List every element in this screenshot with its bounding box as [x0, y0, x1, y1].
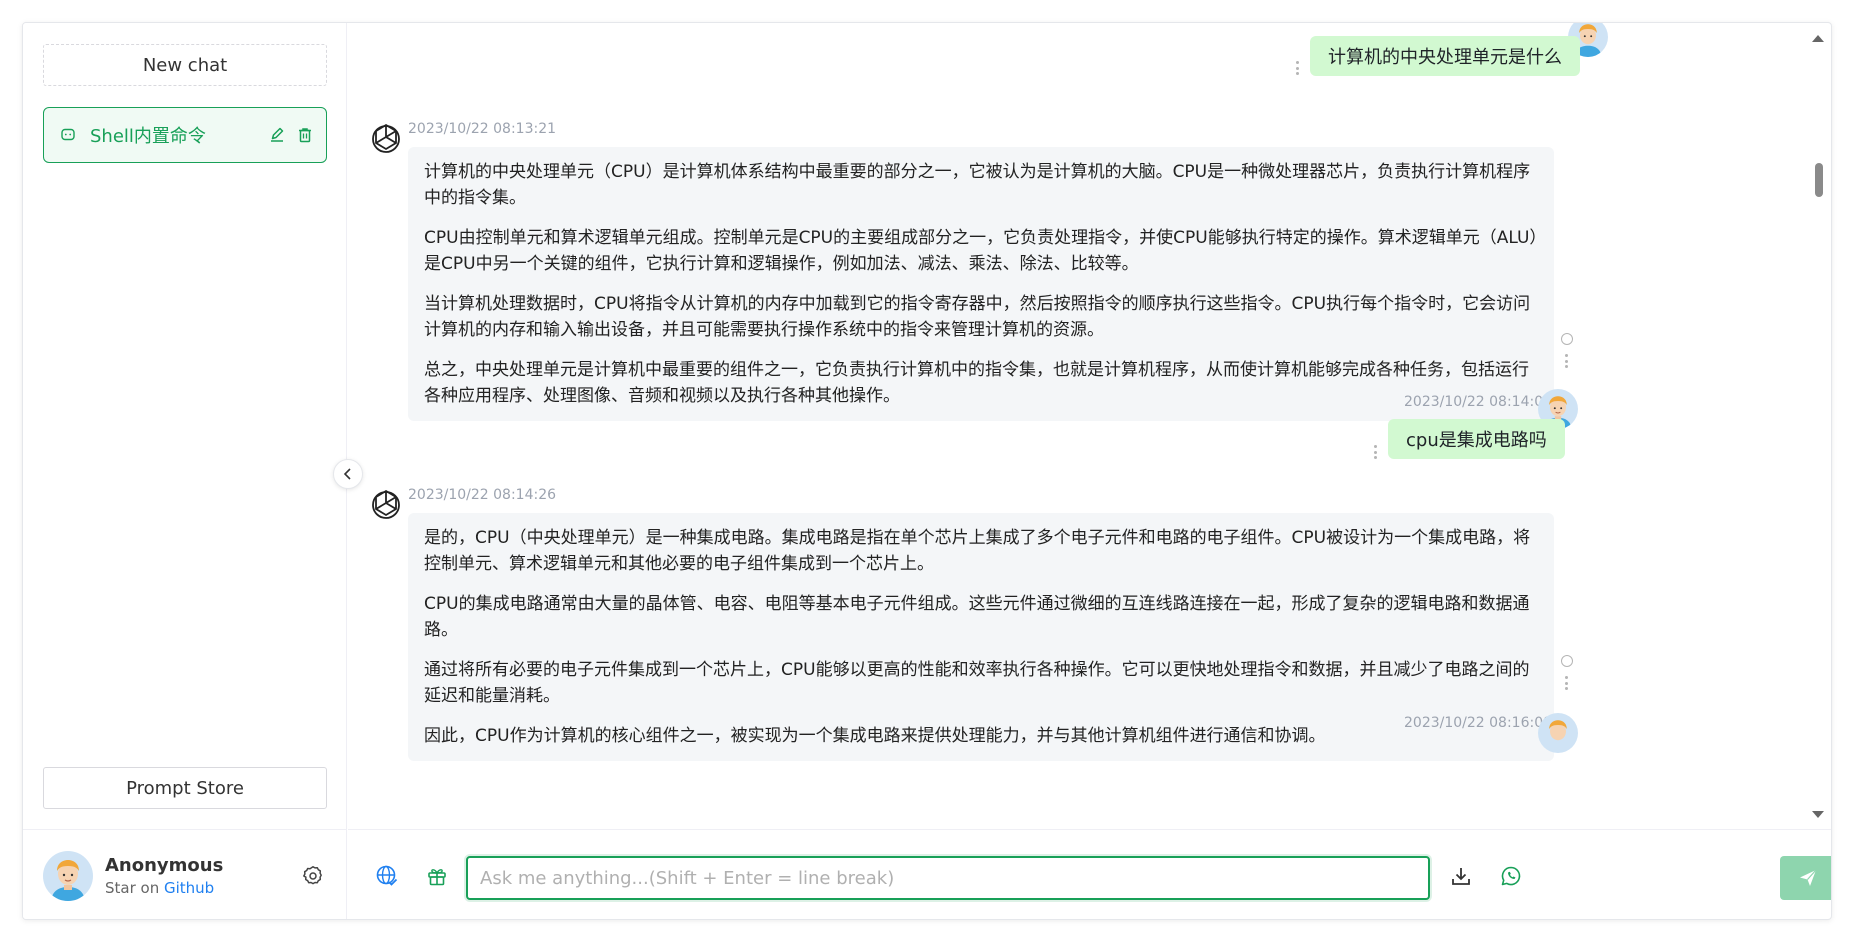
github-link[interactable]: Github	[164, 879, 214, 897]
sidebar: New chat Shell内置命令 Prompt Store Anonymou…	[23, 23, 347, 919]
regenerate-icon[interactable]	[1561, 655, 1573, 667]
chat-input[interactable]	[466, 856, 1430, 900]
chevron-left-icon	[343, 468, 351, 480]
message-more-icon[interactable]	[1295, 61, 1299, 75]
globe-check-icon[interactable]	[372, 861, 402, 891]
chat-footer	[348, 829, 1831, 919]
download-icon[interactable]	[1446, 861, 1476, 891]
message-more-icon[interactable]	[1564, 676, 1568, 690]
app-window: New chat Shell内置命令 Prompt Store Anonymou…	[22, 22, 1832, 920]
chat-main: 计算机的中央处理单元是什么 2023/10/22 08:13:21 计算机的中央…	[348, 23, 1831, 919]
scrollbar-thumb[interactable]	[1815, 163, 1823, 197]
message-timestamp: 2023/10/22 08:13:21	[408, 121, 557, 137]
message-paragraph: 总之，中央处理单元是计算机中最重要的组件之一，它负责执行计算机中的指令集，也就是…	[424, 360, 1529, 406]
send-icon	[1800, 869, 1817, 886]
message-timestamp: 2023/10/22 08:14:07	[1404, 394, 1553, 410]
scroll-up-arrow-icon[interactable]	[1812, 35, 1824, 42]
message-paragraph: 是的，CPU（中央处理单元）是一种集成电路。集成电路是指在单个芯片上集成了多个电…	[424, 528, 1531, 574]
message-timestamp: 2023/10/22 08:16:08	[1404, 715, 1553, 731]
collapse-sidebar-button[interactable]	[333, 459, 363, 489]
new-chat-button[interactable]: New chat	[43, 44, 327, 86]
openai-logo-icon	[368, 121, 404, 157]
send-button[interactable]	[1780, 856, 1831, 900]
message-paragraph: 当计算机处理数据时，CPU将指令从计算机的内存中加载到它的指令寄存器中，然后按照…	[424, 294, 1531, 340]
assistant-message-bubble: 计算机的中央处理单元（CPU）是计算机体系结构中最重要的部分之一，它被认为是计算…	[408, 147, 1554, 421]
avatar[interactable]	[43, 850, 93, 901]
message-paragraph: 通过将所有必要的电子元件集成到一个芯片上，CPU能够以更高的性能和效率执行各种操…	[424, 660, 1530, 706]
whatsapp-icon[interactable]	[1496, 861, 1526, 891]
message-list[interactable]: 计算机的中央处理单元是什么 2023/10/22 08:13:21 计算机的中央…	[348, 23, 1831, 829]
user-message-bubble: cpu是集成电路吗	[1388, 419, 1565, 459]
scrollbar[interactable]	[1812, 23, 1829, 829]
message-more-icon[interactable]	[1373, 445, 1377, 459]
user-name: Anonymous	[105, 854, 224, 876]
delete-icon[interactable]	[296, 126, 314, 144]
message-paragraph: CPU的集成电路通常由大量的晶体管、电容、电阻等基本电子元件组成。这些元件通过微…	[424, 594, 1530, 640]
chat-bubble-icon	[60, 127, 76, 143]
user-profile: Anonymous Star on Github	[23, 829, 347, 919]
user-message-bubble: 计算机的中央处理单元是什么	[1310, 36, 1580, 76]
message-timestamp: 2023/10/22 08:14:26	[408, 487, 557, 503]
user-info: Anonymous Star on Github	[105, 855, 299, 897]
chat-history-item[interactable]: Shell内置命令	[43, 107, 327, 163]
gear-icon[interactable]	[299, 862, 327, 890]
edit-icon[interactable]	[268, 126, 286, 144]
regenerate-icon[interactable]	[1561, 333, 1573, 345]
message-paragraph: 因此，CPU作为计算机的核心组件之一，被实现为一个集成电路来提供处理能力，并与其…	[424, 726, 1326, 746]
openai-logo-icon	[368, 487, 404, 523]
gift-icon[interactable]	[422, 861, 452, 891]
scroll-down-arrow-icon[interactable]	[1812, 811, 1824, 818]
user-desc-prefix: Star on	[105, 878, 160, 897]
message-paragraph: 计算机的中央处理单元（CPU）是计算机体系结构中最重要的部分之一，它被认为是计算…	[424, 162, 1531, 208]
user-avatar	[1538, 713, 1578, 753]
assistant-message-bubble: 是的，CPU（中央处理单元）是一种集成电路。集成电路是指在单个芯片上集成了多个电…	[408, 513, 1554, 761]
message-more-icon[interactable]	[1564, 354, 1568, 368]
message-paragraph: CPU由控制单元和算术逻辑单元组成。控制单元是CPU的主要组成部分之一，它负责处…	[424, 228, 1538, 274]
chat-history-title: Shell内置命令	[90, 126, 206, 147]
prompt-store-button[interactable]: Prompt Store	[43, 767, 327, 809]
user-description: Star on Github	[105, 879, 299, 897]
